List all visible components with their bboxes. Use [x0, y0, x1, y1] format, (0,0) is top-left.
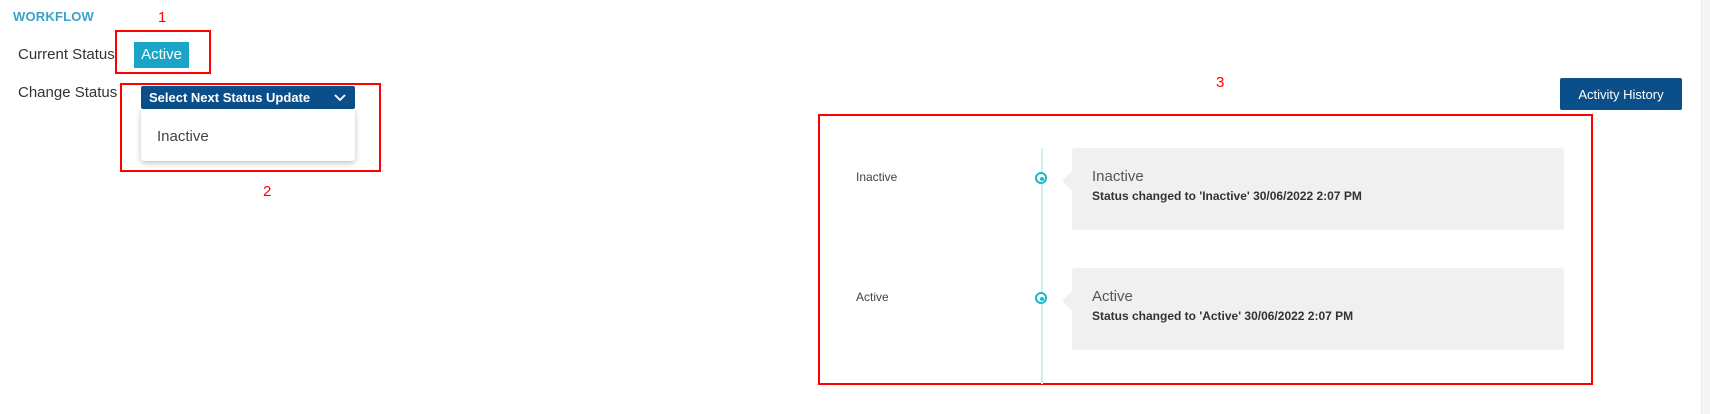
annotation-box-2	[120, 83, 381, 172]
timeline-card-title: Inactive	[1092, 168, 1144, 185]
timeline-entry-label: Active	[856, 290, 889, 304]
section-title: WORKFLOW	[13, 9, 95, 24]
annotation-number-3: 3	[1216, 74, 1225, 91]
circle-dot-icon	[1035, 172, 1047, 184]
timeline-card-description: Status changed to 'Inactive' 30/06/2022 …	[1092, 189, 1362, 203]
current-status-label: Current Status	[18, 46, 115, 63]
timeline-card-title: Active	[1092, 288, 1133, 305]
change-status-label: Change Status	[18, 84, 118, 101]
workflow-page: WORKFLOW Current Status Active Change St…	[0, 0, 1710, 414]
timeline-card: Active Status changed to 'Active' 30/06/…	[1062, 268, 1564, 350]
timeline-entry-label: Inactive	[856, 170, 898, 184]
annotation-box-1	[115, 30, 211, 74]
annotation-number-1: 1	[158, 9, 167, 26]
circle-dot-icon	[1035, 292, 1047, 304]
scrollbar[interactable]	[1701, 0, 1710, 414]
timeline-card-description: Status changed to 'Active' 30/06/2022 2:…	[1092, 309, 1354, 323]
annotation-number-2: 2	[263, 183, 272, 200]
activity-history-button[interactable]: Activity History	[1560, 78, 1682, 110]
timeline-card: Inactive Status changed to 'Inactive' 30…	[1062, 148, 1564, 230]
